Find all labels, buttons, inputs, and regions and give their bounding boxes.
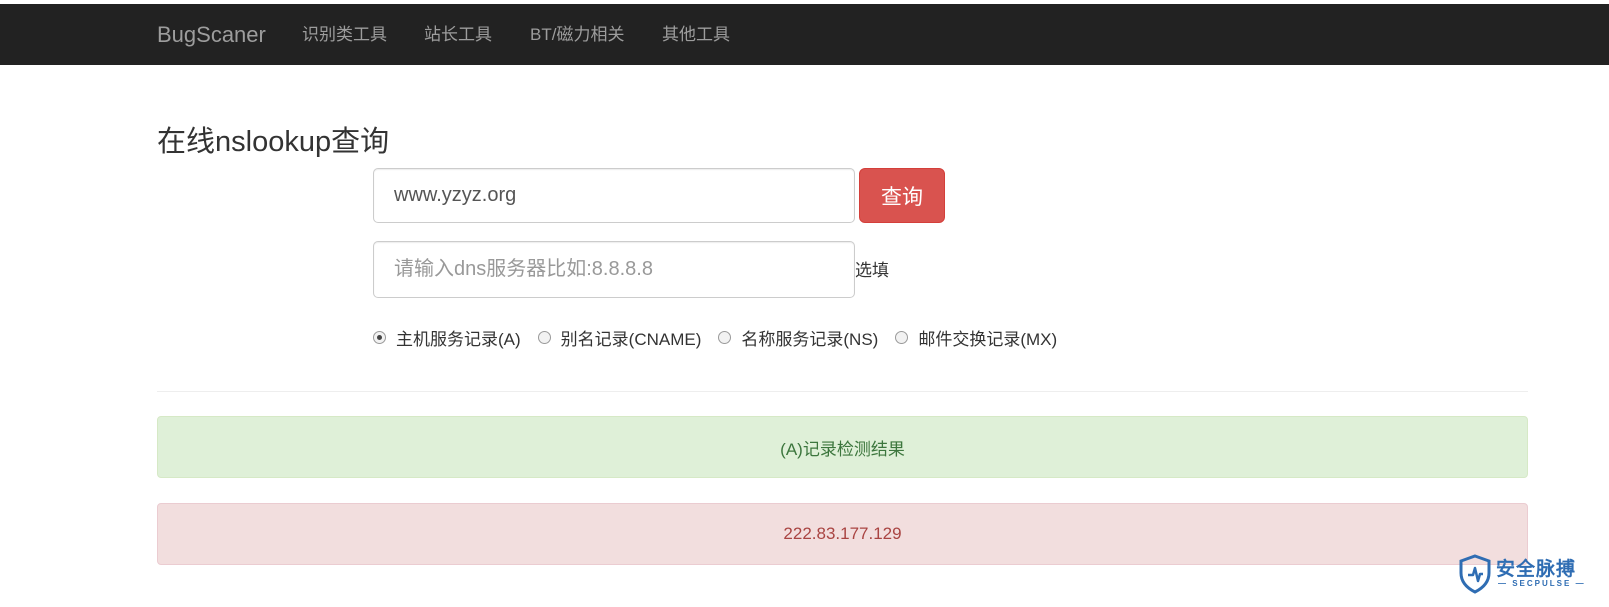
section-divider xyxy=(157,391,1528,392)
radio-record-ns[interactable]: 名称服务记录(NS) xyxy=(718,325,878,350)
watermark-subtext: — SECPULSE — xyxy=(1498,579,1586,588)
radio-label-a: 主机服务记录(A) xyxy=(396,329,521,349)
secpulse-watermark: 安全脉搏 — SECPULSE — xyxy=(1458,552,1590,596)
dns-optional-label: 选填 xyxy=(855,261,889,280)
shield-icon xyxy=(1459,554,1491,594)
domain-input[interactable] xyxy=(373,168,855,223)
radio-label-cname: 别名记录(CNAME) xyxy=(560,329,702,349)
page-title: 在线nslookup查询 xyxy=(157,126,390,158)
record-type-radio-group: 主机服务记录(A) 别名记录(CNAME) 名称服务记录(NS) 邮件交换记录(… xyxy=(373,322,1074,352)
result-value-alert: 222.83.177.129 xyxy=(157,503,1528,565)
result-value-text: 222.83.177.129 xyxy=(783,524,902,543)
query-button[interactable]: 查询 xyxy=(859,168,945,223)
radio-label-ns: 名称服务记录(NS) xyxy=(741,329,879,349)
radio-button-a[interactable] xyxy=(373,330,386,344)
radio-button-cname[interactable] xyxy=(537,330,551,344)
radio-label-mx: 邮件交换记录(MX) xyxy=(918,329,1058,349)
radio-record-cname[interactable]: 别名记录(CNAME) xyxy=(537,325,702,350)
dns-server-input[interactable] xyxy=(373,241,855,298)
nav-link-bt-magnet[interactable]: BT/磁力相关 xyxy=(530,4,624,65)
top-navbar: BugScaner 识别类工具 站长工具 BT/磁力相关 其他工具 xyxy=(0,4,1609,65)
radio-button-ns[interactable] xyxy=(718,330,732,344)
radio-button-mx[interactable] xyxy=(895,330,909,344)
result-header-text: (A)记录检测结果 xyxy=(780,439,905,459)
result-header-alert: (A)记录检测结果 xyxy=(157,416,1528,478)
nav-link-identify-tools[interactable]: 识别类工具 xyxy=(302,4,387,65)
watermark-text: 安全脉搏 xyxy=(1496,558,1577,580)
nav-link-webmaster-tools[interactable]: 站长工具 xyxy=(424,4,492,65)
nav-link-other-tools[interactable]: 其他工具 xyxy=(662,4,730,65)
radio-record-mx[interactable]: 邮件交换记录(MX) xyxy=(895,325,1057,350)
brand-link[interactable]: BugScaner xyxy=(157,4,266,65)
radio-record-a[interactable]: 主机服务记录(A) xyxy=(373,325,521,350)
